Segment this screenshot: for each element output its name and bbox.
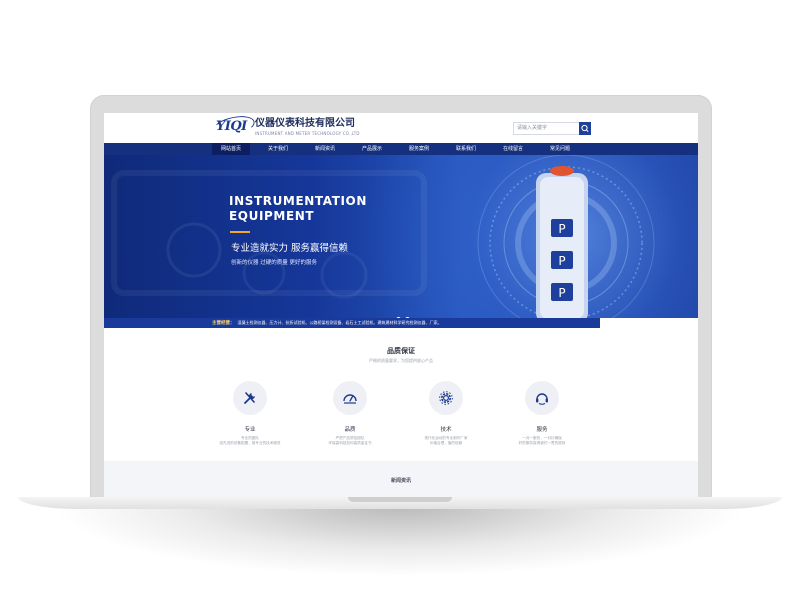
feature-icon-circle <box>233 381 267 415</box>
feature-desc: 一对一服务，一对针确保 好的服务赢得我们一贯的原则 <box>502 436 582 446</box>
banner-title-line1: INSTRUMENTATION <box>229 194 368 208</box>
business-scope-bar: 主营经营： 混凝土检测仪器、压力计、抗折试验机、公路桥梁检测设备、岩石土工试验机、… <box>104 318 600 328</box>
feature-name: 技术 <box>440 427 452 433</box>
business-label: 主营经营： <box>212 321 235 326</box>
feature-desc-line2: 环保高科技如何高质量证书 <box>328 441 372 445</box>
feature-icon-circle <box>525 381 559 415</box>
nav-news[interactable]: 新闻资讯 <box>306 143 344 155</box>
svg-text:P: P <box>558 254 565 268</box>
feature-icon-circle <box>333 381 367 415</box>
feature-desc-line2: 给先进的设备配置，雄专业的技术服务 <box>219 441 281 445</box>
feature-technology[interactable]: 技术 现代化运动的专业制作厂家 价格合理，值的信赖 <box>406 381 486 446</box>
banner-accent-line <box>230 231 250 233</box>
company-english-name: INSTRUMENT AND METER TECHNOLOGY CO.,LTD <box>255 131 360 136</box>
business-text: 混凝土检测仪器、压力计、抗折试验机、公路桥梁检测设备、岩石土工试验机、建筑建材科… <box>237 320 442 325</box>
feature-icon-circle <box>429 381 463 415</box>
nav-message[interactable]: 在线留言 <box>494 143 532 155</box>
feature-service[interactable]: 服务 一对一服务，一对针确保 好的服务赢得我们一贯的原则 <box>502 381 582 446</box>
headset-icon <box>536 393 548 405</box>
search-icon <box>581 124 589 133</box>
site-header: YIQI 仪器仪表科技有限公司 INSTRUMENT AND METER TEC… <box>104 113 698 143</box>
gear-icon <box>439 391 453 405</box>
feature-name: 服务 <box>536 427 548 433</box>
slider-pagination <box>396 307 414 318</box>
section-title: 品质保证 <box>387 347 415 355</box>
feature-professional[interactable]: 专业 专业的团队 给先进的设备配置，雄专业的技术服务 <box>210 381 290 446</box>
banner-title-line2: EQUIPMENT <box>229 209 315 223</box>
search-input[interactable]: 请输入关键字 <box>513 122 583 135</box>
svg-text:P: P <box>558 222 565 236</box>
feature-desc: 严把产品质检团队 环保高科技如何高质量证书 <box>310 436 390 446</box>
feature-name: 品质 <box>344 427 356 433</box>
website-screen: YIQI 仪器仪表科技有限公司 INSTRUMENT AND METER TEC… <box>104 113 698 497</box>
nav-home[interactable]: 网站首页 <box>212 143 250 155</box>
nav-products[interactable]: 产品展示 <box>353 143 391 155</box>
banner-subtitle: 创新的仪器 过硬的质量 更好的服务 <box>231 260 317 266</box>
next-section-title: 新闻资讯 <box>390 478 411 484</box>
feature-name: 专业 <box>244 427 256 433</box>
nav-faq[interactable]: 常见问题 <box>541 143 579 155</box>
gauge-icon <box>343 394 357 404</box>
feature-desc: 专业的团队 给先进的设备配置，雄专业的技术服务 <box>210 436 290 446</box>
feature-desc: 现代化运动的专业制作厂家 价格合理，值的信赖 <box>406 436 486 446</box>
main-nav: 网站首页 关于我们 新闻资讯 产品展示 服务案例 联系我们 在线留言 常见问题 <box>104 143 698 155</box>
banner-illustration: P P P <box>111 155 655 318</box>
laptop-shadow <box>60 505 740 575</box>
svg-text:P: P <box>558 286 565 300</box>
feature-desc-line2: 好的服务赢得我们一贯的原则 <box>518 441 566 445</box>
banner-slogan: 专业造就实力 服务赢得信赖 <box>231 243 349 254</box>
hero-banner[interactable]: P P P INSTRUMENTATION EQUIPMENT 专业造就实力 服… <box>104 155 698 318</box>
search-button[interactable] <box>579 122 591 135</box>
nav-cases[interactable]: 服务案例 <box>400 143 438 155</box>
company-name: 仪器仪表科技有限公司 <box>255 118 355 129</box>
nav-contact[interactable]: 联系我们 <box>447 143 485 155</box>
banner-title: INSTRUMENTATION EQUIPMENT <box>229 194 389 224</box>
feature-quality[interactable]: 品质 严把产品质检团队 环保高科技如何高质量证书 <box>310 381 390 446</box>
laptop-notch <box>348 497 452 502</box>
section-subtitle: 严格的质量要求，为您提供放心产品 <box>369 358 433 363</box>
logo[interactable]: YIQI <box>216 119 252 134</box>
feature-desc-line2: 价格合理，值的信赖 <box>429 441 463 445</box>
nav-about[interactable]: 关于我们 <box>259 143 297 155</box>
tools-icon <box>244 392 255 404</box>
